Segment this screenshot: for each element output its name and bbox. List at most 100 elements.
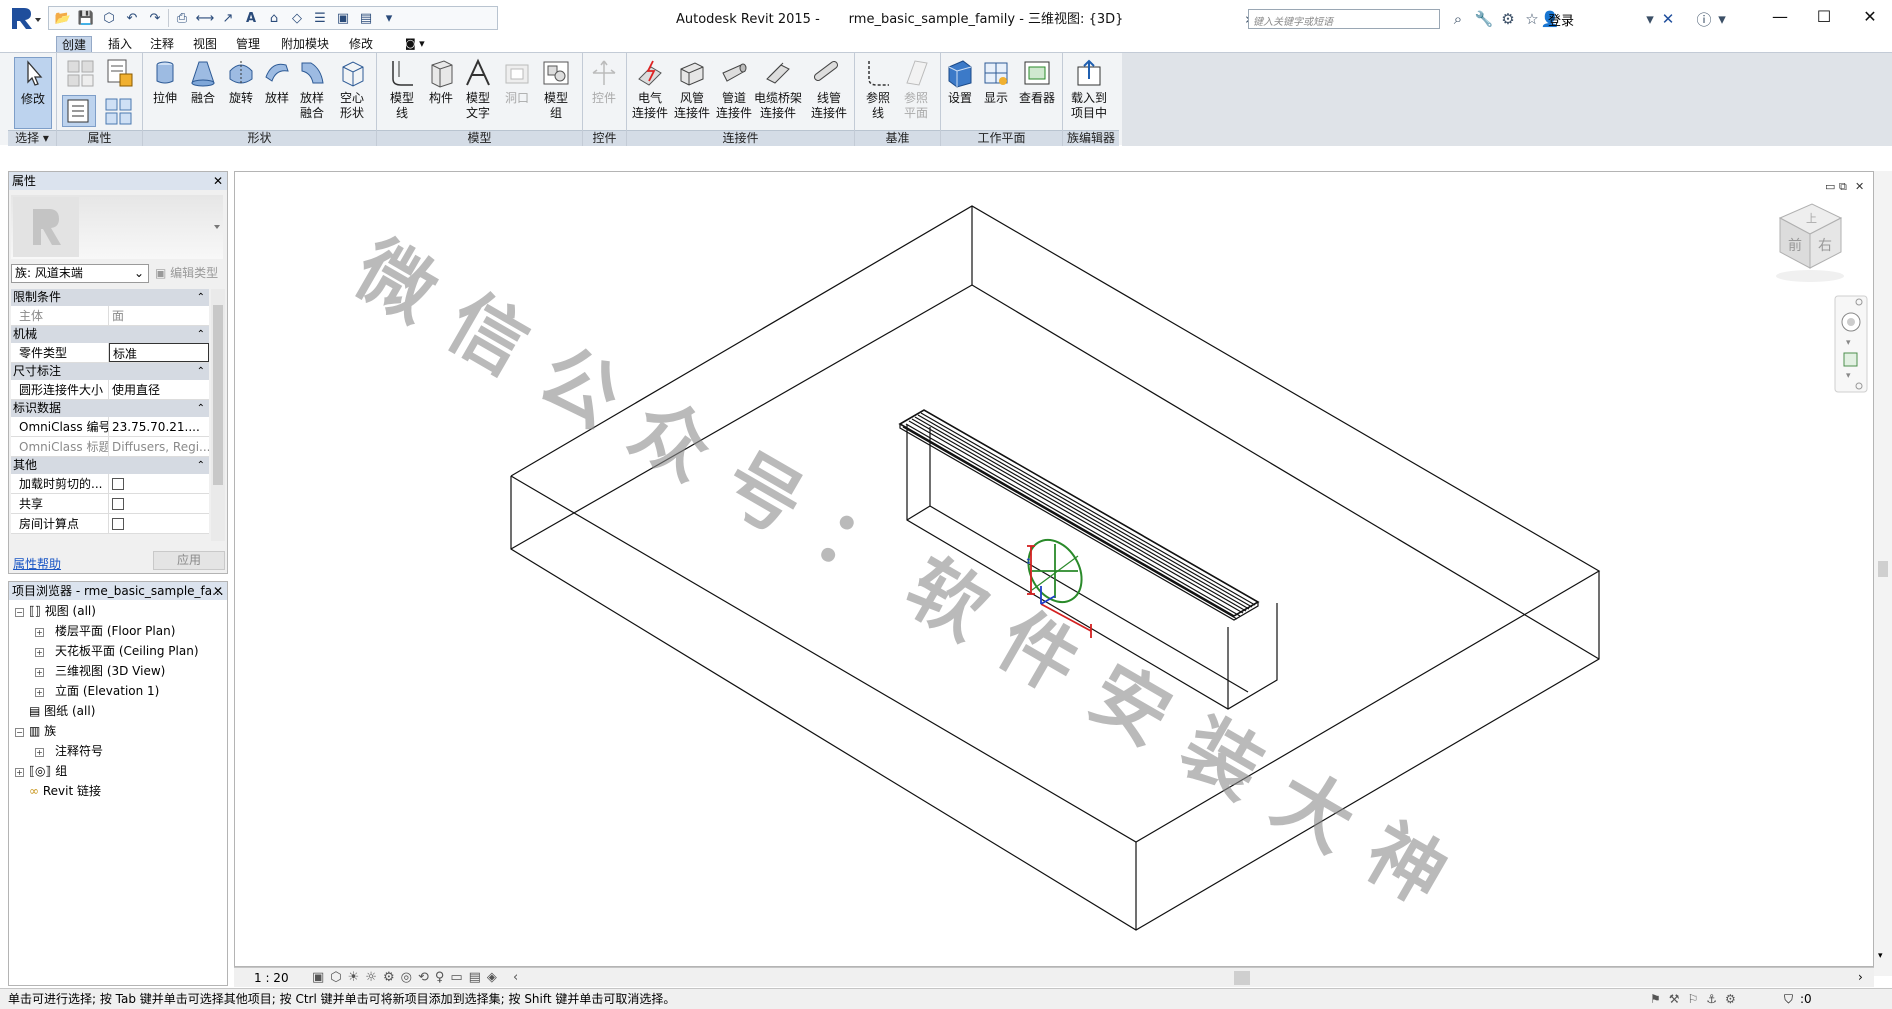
ribbon-minimize-icon[interactable]: ◙ ▾ bbox=[400, 36, 430, 52]
view-scale[interactable]: 1 : 20 bbox=[254, 971, 289, 985]
category-constraints[interactable]: 限制条件 ⌃ bbox=[11, 289, 209, 306]
edit-type-button[interactable]: ▣ 编辑类型 bbox=[155, 264, 218, 283]
aligned-dimension-icon[interactable]: ↗ bbox=[218, 8, 238, 28]
expand-icon[interactable]: + bbox=[35, 648, 44, 657]
search-input[interactable]: 键入关键字或短语 bbox=[1248, 9, 1440, 29]
binoculars-icon[interactable]: ⌕ bbox=[1448, 9, 1468, 29]
tree-item-elevation[interactable]: 立面 (Elevation 1) bbox=[55, 682, 159, 700]
tree-item-3d-view[interactable]: 三维视图 (3D View) bbox=[55, 662, 165, 680]
scrollbar-thumb[interactable] bbox=[1878, 561, 1888, 577]
tree-item-groups[interactable]: ⟦◎⟧ 组 bbox=[29, 762, 67, 780]
tree-item-annotation-symbols[interactable]: 注释符号 bbox=[55, 742, 103, 760]
view-close-icon[interactable]: ✕ bbox=[1855, 180, 1864, 193]
type-properties-icon[interactable] bbox=[102, 95, 136, 127]
category-other[interactable]: 其他 ⌃ bbox=[11, 457, 209, 474]
properties-scrollbar[interactable] bbox=[211, 289, 225, 541]
pipe-connector-button[interactable]: 管道 连接件 bbox=[714, 57, 754, 121]
undo-icon[interactable]: ↶ bbox=[122, 8, 142, 28]
maximize-button[interactable]: ☐ bbox=[1802, 3, 1846, 29]
conduit-connector-button[interactable]: 线管 连接件 bbox=[808, 57, 850, 121]
type-preview-image[interactable] bbox=[11, 195, 223, 259]
save-icon[interactable]: 💾 bbox=[76, 8, 96, 28]
tab-create[interactable]: 创建 bbox=[56, 36, 93, 52]
void-forms-button[interactable]: 空心 形状 bbox=[334, 57, 370, 121]
work-plane-viewer-button[interactable]: 查看器 bbox=[1016, 57, 1058, 106]
property-value[interactable]: 23.75.70.21.... bbox=[109, 417, 209, 436]
chevron-down-icon[interactable]: ▾ bbox=[1846, 371, 1851, 381]
tab-annotate[interactable]: 注释 bbox=[145, 36, 179, 52]
family-category-icon[interactable] bbox=[64, 57, 98, 89]
customize-toolbar-icon[interactable]: ▾ bbox=[379, 8, 399, 28]
tree-item-revit-links[interactable]: ∞ Revit 链接 bbox=[29, 782, 101, 800]
model-3d-canvas[interactable]: ▭ ⧉ ✕ ↕ 上 前 右 ▾ ▾ bbox=[235, 172, 1873, 966]
family-type-selector[interactable]: 族: 风道末端 ⌄ bbox=[11, 264, 149, 283]
close-hidden-icon[interactable]: ▣ bbox=[333, 8, 353, 28]
help-icon[interactable]: ⓘ bbox=[1694, 9, 1714, 29]
swept-blend-button[interactable]: 放样 融合 bbox=[294, 57, 330, 121]
collapse-icon[interactable]: ⌃ bbox=[197, 326, 205, 343]
part-type-input[interactable]: 标准 bbox=[109, 343, 209, 362]
model-line-button[interactable]: 模型 线 bbox=[384, 57, 420, 121]
family-types-icon[interactable] bbox=[102, 57, 136, 89]
expand-icon[interactable]: + bbox=[15, 768, 24, 777]
expand-icon[interactable]: + bbox=[35, 748, 44, 757]
project-browser-close-icon[interactable]: ✕ bbox=[213, 582, 223, 600]
viewcube[interactable]: 上 前 右 bbox=[1776, 203, 1844, 282]
tree-item-families[interactable]: ▥ 族 bbox=[29, 722, 56, 740]
tab-addins[interactable]: 附加模块 bbox=[276, 36, 334, 52]
drawing-area-3d-view[interactable]: ▭ ⧉ ✕ ↕ 上 前 右 ▾ ▾ bbox=[234, 171, 1874, 967]
category-mechanical[interactable]: 机械 ⌃ bbox=[11, 326, 209, 343]
redo-icon[interactable]: ↷ bbox=[145, 8, 165, 28]
air-terminal-diffuser[interactable] bbox=[898, 409, 1278, 710]
collapse-icon[interactable]: ⌃ bbox=[197, 400, 205, 417]
model-group-button[interactable]: 模型 组 bbox=[538, 57, 574, 121]
panel-select-label[interactable]: 选择 ▾ bbox=[8, 130, 56, 146]
blend-button[interactable]: 融合 bbox=[186, 57, 220, 106]
model-text-button[interactable]: 模型 文字 bbox=[460, 57, 496, 121]
tab-modify[interactable]: 修改 bbox=[344, 36, 378, 52]
tree-item-views[interactable]: ⟦⟧ 视图 (all) bbox=[29, 602, 96, 620]
thin-lines-icon[interactable]: ☰ bbox=[310, 8, 330, 28]
login-button[interactable]: 登录 bbox=[1548, 10, 1574, 29]
login-dropdown-icon[interactable]: ▾ bbox=[1640, 9, 1660, 29]
set-work-plane-button[interactable]: 设置 bbox=[942, 57, 978, 106]
tree-item-ceiling-plan[interactable]: 天花板平面 (Ceiling Plan) bbox=[55, 642, 199, 660]
chevron-down-icon[interactable]: ▾ bbox=[1878, 951, 1883, 961]
reference-line-button[interactable]: 参照 线 bbox=[860, 57, 896, 121]
zoom-icon[interactable] bbox=[1843, 352, 1858, 367]
electrical-connector-button[interactable]: 电气 连接件 bbox=[630, 57, 670, 121]
view-control-icons[interactable]: ▣⬡☀☼⚙◎⟲♀▭▤◈ ‹ bbox=[312, 970, 524, 985]
apply-button[interactable]: 应用 bbox=[153, 551, 225, 570]
chevron-down-icon[interactable]: ▾ bbox=[1846, 338, 1851, 348]
close-button[interactable]: ✕ bbox=[1848, 3, 1892, 29]
revit-app-menu-button[interactable] bbox=[4, 4, 44, 32]
collapse-icon[interactable]: − bbox=[15, 608, 24, 617]
sync-icon[interactable]: ⬡ bbox=[99, 8, 119, 28]
tab-view[interactable]: 视图 bbox=[188, 36, 222, 52]
collapse-icon[interactable]: ⌃ bbox=[197, 363, 205, 380]
collapse-icon[interactable]: − bbox=[15, 728, 24, 737]
horizontal-scrollbar-thumb[interactable] bbox=[1234, 971, 1250, 985]
tree-item-floor-plan[interactable]: 楼层平面 (Floor Plan) bbox=[55, 622, 175, 640]
view-minimize-icon[interactable]: ▭ bbox=[1825, 180, 1835, 193]
communication-icon[interactable]: ⚙ bbox=[1498, 9, 1518, 29]
selection-options-icons[interactable]: ⚑⚒⚐⚓⚙ bbox=[1650, 989, 1744, 1009]
expand-icon[interactable]: + bbox=[35, 628, 44, 637]
switch-windows-icon[interactable]: ▤ bbox=[356, 8, 376, 28]
category-dimensions[interactable]: 尺寸标注 ⌃ bbox=[11, 363, 209, 380]
properties-toggle-icon[interactable] bbox=[62, 95, 96, 127]
cut-in-plan-checkbox[interactable] bbox=[112, 478, 124, 490]
chevron-right-icon[interactable]: › bbox=[1858, 970, 1863, 984]
vertical-scrollbar[interactable]: ▾ bbox=[1874, 171, 1892, 976]
expand-icon[interactable]: + bbox=[35, 688, 44, 697]
view-restore-icon[interactable]: ⧉ bbox=[1839, 180, 1847, 193]
subscription-icon[interactable]: 🔧 bbox=[1474, 9, 1494, 29]
shared-checkbox[interactable] bbox=[112, 498, 124, 510]
opening-button[interactable]: 洞口 bbox=[500, 57, 534, 106]
scrollbar-thumb[interactable] bbox=[213, 305, 223, 485]
tab-insert[interactable]: 插入 bbox=[103, 36, 137, 52]
expand-icon[interactable]: + bbox=[35, 668, 44, 677]
category-identity-data[interactable]: 标识数据 ⌃ bbox=[11, 400, 209, 417]
property-value[interactable]: 使用直径 bbox=[109, 380, 209, 399]
measure-icon[interactable]: ⟷ bbox=[195, 8, 215, 28]
